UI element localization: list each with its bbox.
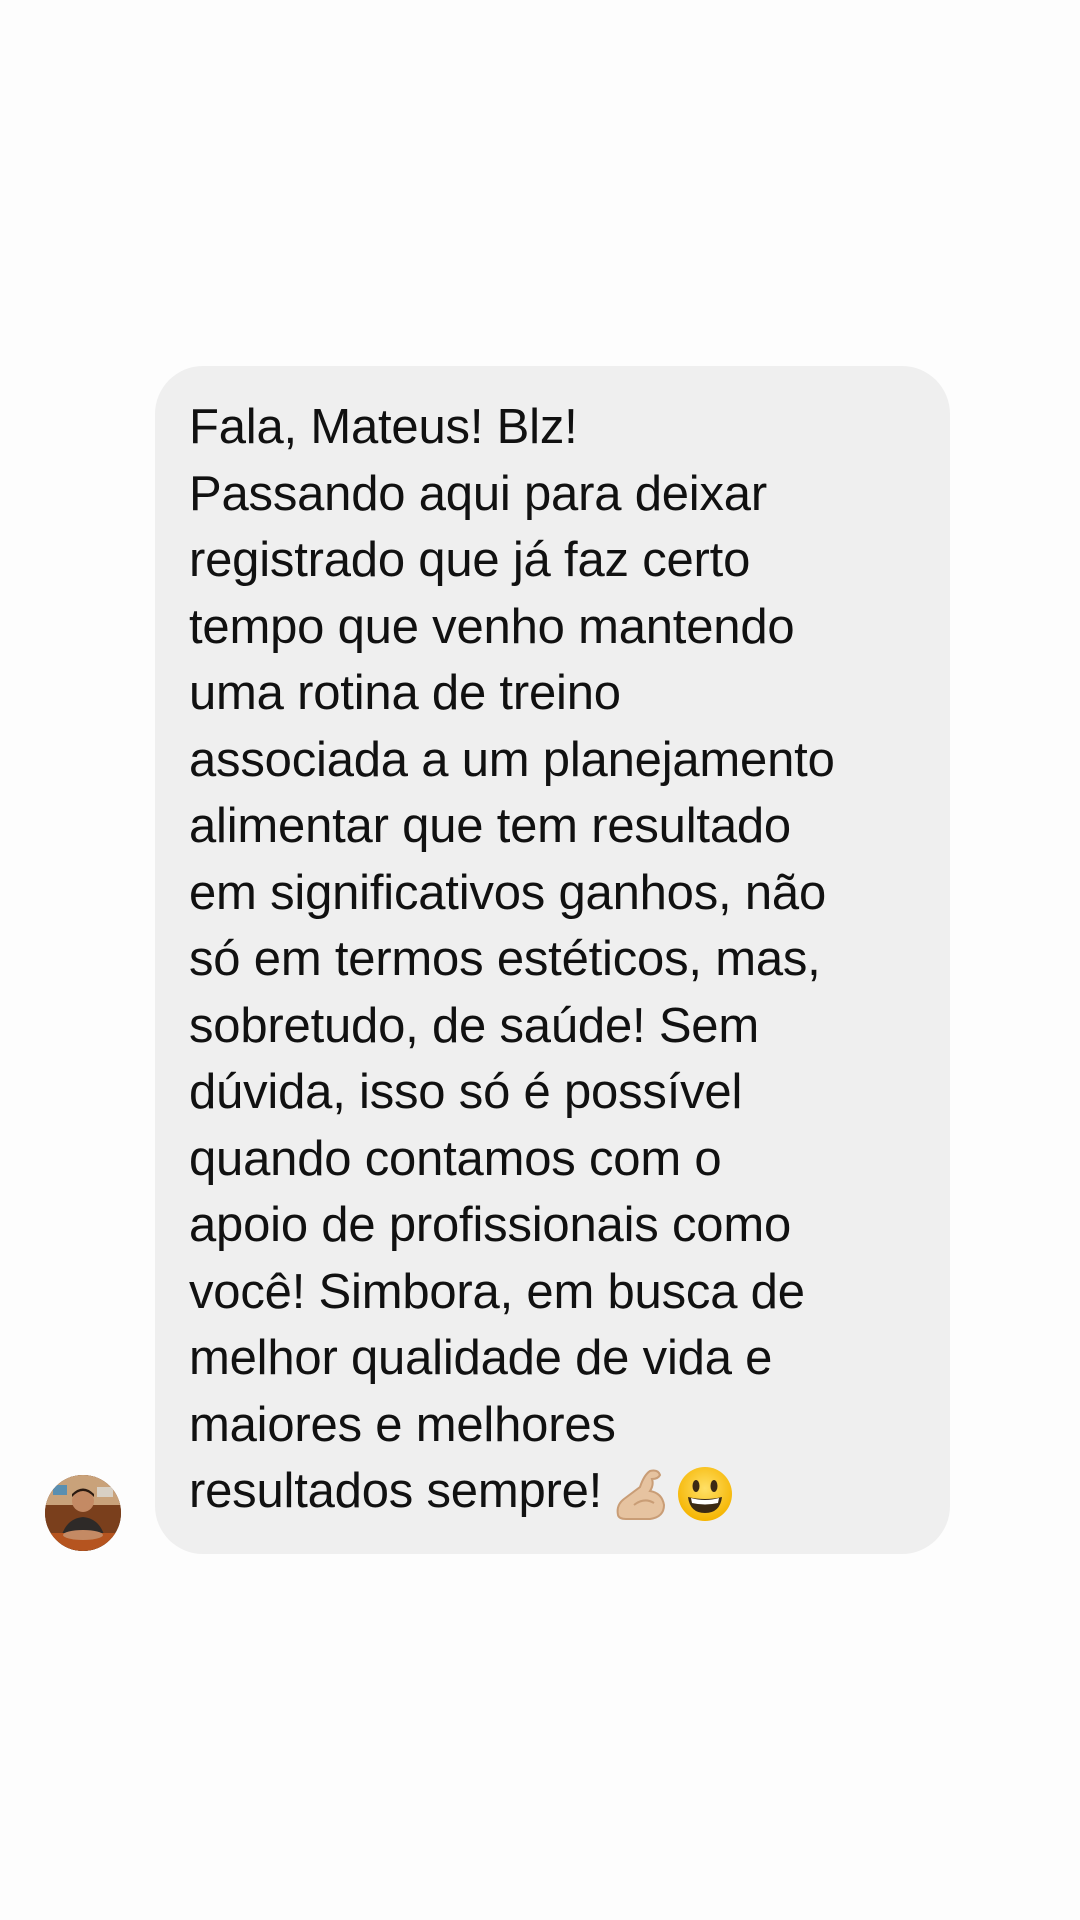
sender-avatar[interactable] <box>45 1475 121 1551</box>
message-line: Passando aqui para deixar <box>189 466 767 521</box>
chat-screen: Fala, Mateus! Blz! Passando aqui para de… <box>0 0 1080 1920</box>
message-line: uma rotina de treino <box>189 666 621 720</box>
grinning-face-icon <box>676 1465 734 1523</box>
message-line: você! Simbora, em busca de <box>189 1264 805 1319</box>
user-avatar-photo-icon <box>45 1475 121 1551</box>
message-line: maiores e melhores <box>189 1397 616 1452</box>
message-line: Fala, Mateus! Blz! <box>189 400 578 454</box>
message-line: em significativos ganhos, não <box>189 865 827 920</box>
message-line: quando contamos com o <box>189 1131 722 1186</box>
flexed-biceps-icon <box>610 1465 668 1523</box>
message-line: tempo que venho mantendo <box>189 599 795 654</box>
message-line: alimentar que tem resultado <box>189 799 791 853</box>
message-line-text: resultados sempre! <box>189 1464 603 1518</box>
message-line: apoio de profissionais como <box>189 1198 792 1252</box>
message-line: associada a um planejamento <box>189 732 835 787</box>
message-line: melhor qualidade de vida e <box>189 1331 773 1385</box>
message-last-line: resultados sempre! <box>189 1458 920 1525</box>
message-line: registrado que já faz certo <box>189 533 751 587</box>
message-line: sobretudo, de saúde! Sem <box>189 998 759 1053</box>
message-line: dúvida, isso só é possível <box>189 1065 743 1119</box>
message-bubble[interactable]: Fala, Mateus! Blz! Passando aqui para de… <box>155 366 950 1554</box>
received-message-row: Fala, Mateus! Blz! Passando aqui para de… <box>0 0 1080 1920</box>
message-line: só em termos estéticos, mas, <box>189 932 821 986</box>
